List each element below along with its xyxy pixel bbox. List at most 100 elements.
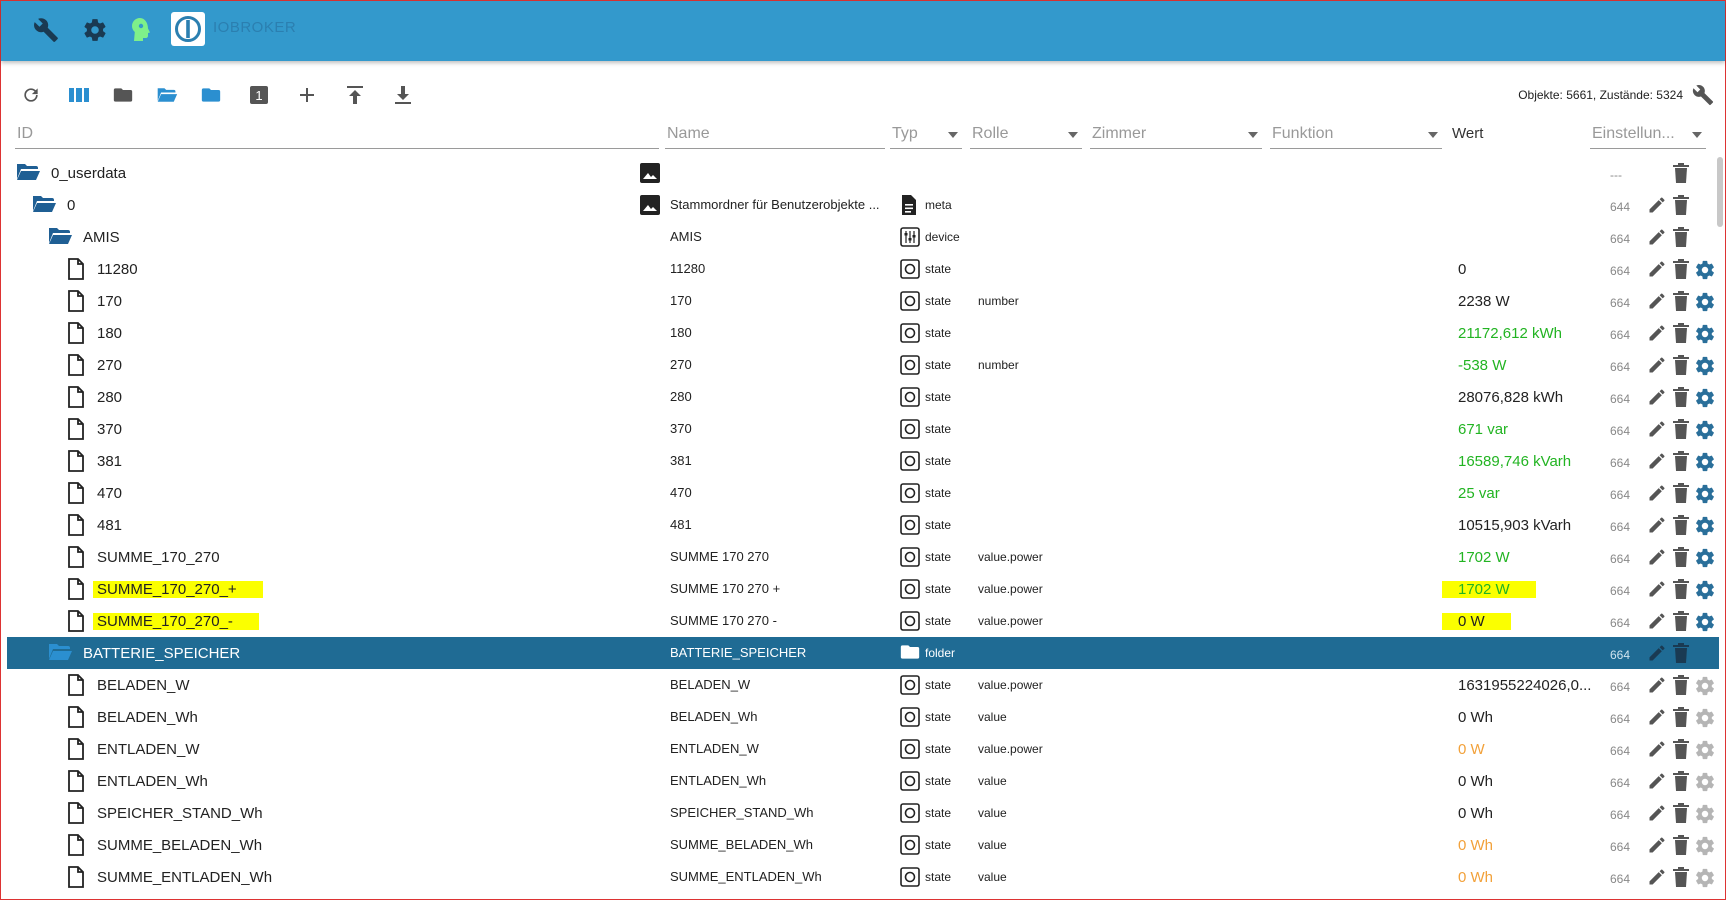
- file-icon[interactable]: [67, 546, 91, 568]
- file-icon[interactable]: [67, 386, 91, 408]
- object-value[interactable]: 0 Wh: [1458, 709, 1493, 726]
- folder-open-icon[interactable]: [47, 642, 72, 664]
- edit-icon[interactable]: [1647, 227, 1667, 247]
- object-value[interactable]: 0 W: [1442, 613, 1511, 630]
- file-icon[interactable]: [67, 738, 91, 760]
- edit-icon[interactable]: [1647, 419, 1667, 439]
- file-icon[interactable]: [67, 322, 91, 344]
- folder-open-icon[interactable]: [153, 81, 181, 109]
- tree-folder-row[interactable]: 0_userdata ---: [1, 157, 1725, 189]
- object-value[interactable]: 1702 W: [1458, 549, 1510, 566]
- object-value[interactable]: 0 Wh: [1458, 805, 1493, 822]
- tree-folder-row[interactable]: BATTERIE_SPEICHER BATTERIE_SPEICHER folder…: [7, 637, 1719, 669]
- object-value[interactable]: 0 Wh: [1458, 837, 1493, 854]
- refresh-icon[interactable]: [17, 81, 45, 109]
- tree-state-row[interactable]: SUMME_ENTLADEN_Wh SUMME_ENTLADEN_Wh state v…: [1, 861, 1725, 893]
- edit-icon[interactable]: [1647, 483, 1667, 503]
- edit-icon[interactable]: [1647, 195, 1667, 215]
- edit-icon[interactable]: [1647, 675, 1667, 695]
- config-gear-icon[interactable]: [1694, 483, 1716, 505]
- edit-icon[interactable]: [1647, 547, 1667, 567]
- delete-icon[interactable]: [1672, 515, 1690, 535]
- edit-icon[interactable]: [1647, 835, 1667, 855]
- file-icon[interactable]: [67, 770, 91, 792]
- config-gear-icon[interactable]: [1694, 387, 1716, 409]
- delete-icon[interactable]: [1672, 739, 1690, 759]
- config-gear-icon[interactable]: [1694, 355, 1716, 377]
- config-gear-icon[interactable]: [1694, 611, 1716, 633]
- config-gear-icon[interactable]: [1694, 291, 1716, 313]
- file-icon[interactable]: [67, 706, 91, 728]
- tree-state-row[interactable]: 180 180 state 21172,612 kWh 664: [1, 317, 1725, 349]
- config-gear-icon[interactable]: [1694, 515, 1716, 537]
- edit-icon[interactable]: [1647, 643, 1667, 663]
- file-icon[interactable]: [67, 290, 91, 312]
- config-gear-icon[interactable]: [1694, 675, 1716, 697]
- file-icon[interactable]: [67, 418, 91, 440]
- folder-icon[interactable]: [109, 81, 137, 109]
- object-value[interactable]: 2238 W: [1458, 293, 1510, 310]
- file-icon[interactable]: [67, 578, 91, 600]
- type-filter-select[interactable]: Typ: [890, 119, 962, 149]
- download-icon[interactable]: [389, 81, 417, 109]
- folder-blue-icon[interactable]: [197, 81, 225, 109]
- id-filter-input[interactable]: ID: [15, 119, 659, 149]
- delete-icon[interactable]: [1672, 483, 1690, 503]
- config-gear-icon[interactable]: [1694, 803, 1716, 825]
- file-icon[interactable]: [67, 674, 91, 696]
- config-gear-icon[interactable]: [1694, 451, 1716, 473]
- edit-icon[interactable]: [1647, 739, 1667, 759]
- edit-icon[interactable]: [1647, 579, 1667, 599]
- delete-icon[interactable]: [1672, 227, 1690, 247]
- tree-folder-row[interactable]: AMIS AMIS device 664: [1, 221, 1725, 253]
- delete-icon[interactable]: [1672, 643, 1690, 663]
- tree-state-row[interactable]: BELADEN_W BELADEN_W state value.power 163195…: [1, 669, 1725, 701]
- tree-state-row[interactable]: 470 470 state 25 var 664: [1, 477, 1725, 509]
- edit-icon[interactable]: [1647, 451, 1667, 471]
- image-icon[interactable]: [639, 162, 661, 184]
- object-value[interactable]: 28076,828 kWh: [1458, 389, 1563, 406]
- delete-icon[interactable]: [1672, 451, 1690, 471]
- delete-icon[interactable]: [1672, 291, 1690, 311]
- tree-state-row[interactable]: 170 170 state number 2238 W 664: [1, 285, 1725, 317]
- function-filter-select[interactable]: Funktion: [1270, 119, 1442, 149]
- config-gear-icon[interactable]: [1694, 867, 1716, 889]
- edit-icon[interactable]: [1647, 355, 1667, 375]
- scrollbar[interactable]: [1717, 157, 1723, 227]
- delete-icon[interactable]: [1672, 803, 1690, 823]
- tree-state-row[interactable]: SUMME_170_270_- SUMME 170 270 - state value…: [1, 605, 1725, 637]
- file-icon[interactable]: [67, 354, 91, 376]
- delete-icon[interactable]: [1672, 195, 1690, 215]
- tree-state-row[interactable]: BELADEN_Wh BELADEN_Wh state value 0 Wh 664: [1, 701, 1725, 733]
- config-gear-icon[interactable]: [1694, 579, 1716, 601]
- wrench-icon[interactable]: [31, 15, 61, 45]
- room-filter-select[interactable]: Zimmer: [1090, 119, 1262, 149]
- upload-icon[interactable]: [341, 81, 369, 109]
- config-gear-icon[interactable]: [1694, 771, 1716, 793]
- delete-icon[interactable]: [1672, 547, 1690, 567]
- tree-state-row[interactable]: SUMME_170_270 SUMME 170 270 state value.pow…: [1, 541, 1725, 573]
- file-icon[interactable]: [67, 834, 91, 856]
- delete-icon[interactable]: [1672, 323, 1690, 343]
- tree-state-row[interactable]: 481 481 state 10515,903 kVarh 664: [1, 509, 1725, 541]
- tree-state-row[interactable]: 381 381 state 16589,746 kVarh 664: [1, 445, 1725, 477]
- edit-icon[interactable]: [1647, 323, 1667, 343]
- edit-icon[interactable]: [1647, 867, 1667, 887]
- tree-state-row[interactable]: ENTLADEN_W ENTLADEN_W state value.power 0 W 6…: [1, 733, 1725, 765]
- role-filter-select[interactable]: Rolle: [970, 119, 1082, 149]
- delete-icon[interactable]: [1672, 675, 1690, 695]
- tree-state-row[interactable]: 370 370 state 671 var 664: [1, 413, 1725, 445]
- config-gear-icon[interactable]: [1694, 419, 1716, 441]
- object-value[interactable]: 10515,903 kVarh: [1458, 517, 1571, 534]
- file-icon[interactable]: [67, 610, 91, 632]
- folder-open-icon[interactable]: [47, 226, 72, 248]
- tree-state-row[interactable]: ENTLADEN_Wh ENTLADEN_Wh state value 0 Wh 664: [1, 765, 1725, 797]
- object-value[interactable]: 0: [1458, 261, 1466, 278]
- edit-icon[interactable]: [1647, 803, 1667, 823]
- delete-icon[interactable]: [1672, 355, 1690, 375]
- plus-icon[interactable]: [293, 81, 321, 109]
- delete-icon[interactable]: [1672, 579, 1690, 599]
- columns-icon[interactable]: [65, 81, 93, 109]
- gear-icon[interactable]: [80, 15, 110, 45]
- tree-state-row[interactable]: 11280 11280 state 0 664: [1, 253, 1725, 285]
